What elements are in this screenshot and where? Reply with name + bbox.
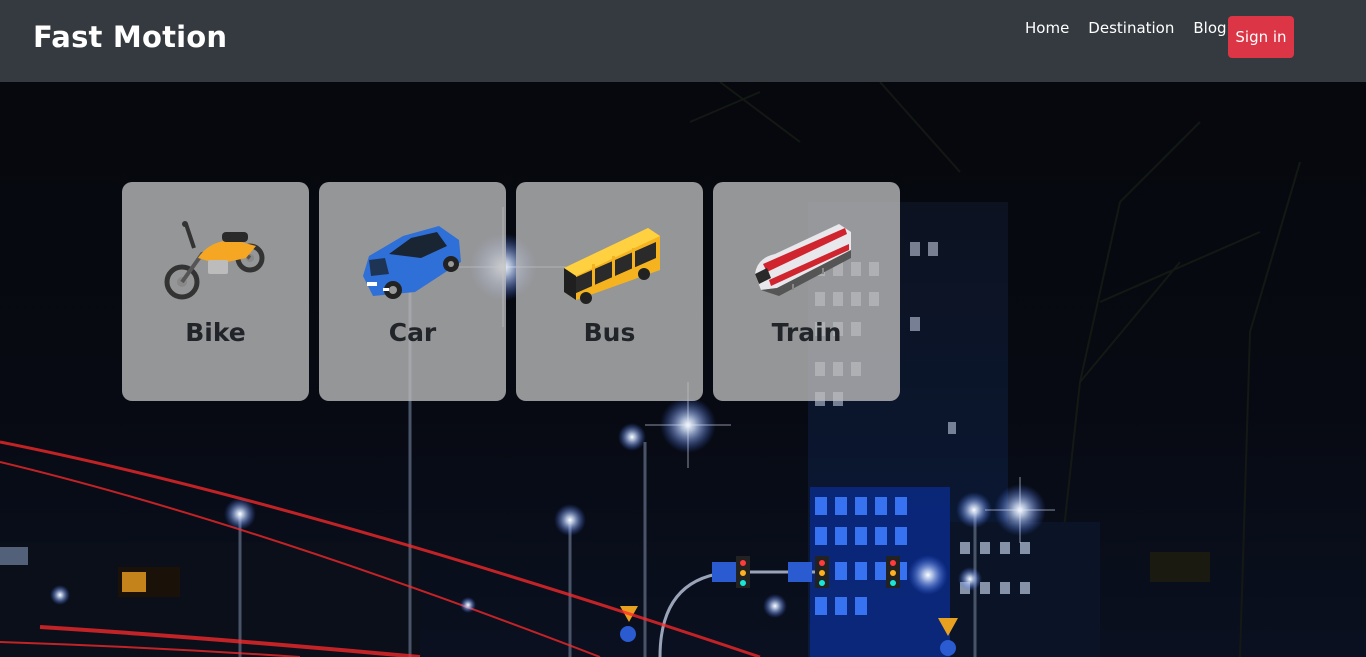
nav-link-home[interactable]: Home [1025, 19, 1069, 37]
card-bike[interactable]: Bike [122, 182, 309, 401]
nav-links: Home Destination Blog [1025, 19, 1246, 37]
car-icon [319, 218, 506, 308]
motorcycle-icon [122, 218, 309, 308]
card-train[interactable]: Train [713, 182, 900, 401]
train-icon [713, 218, 900, 308]
sign-in-button[interactable]: Sign in [1228, 16, 1294, 58]
card-label-car: Car [388, 318, 437, 347]
card-bus[interactable]: Bus [516, 182, 703, 401]
card-label-bus: Bus [583, 318, 636, 347]
card-label-train: Train [771, 318, 842, 347]
nav-link-blog[interactable]: Blog [1193, 19, 1226, 37]
card-label-bike: Bike [185, 318, 246, 347]
navbar: Fast Motion Home Destination Blog Sign i… [0, 0, 1366, 82]
bus-icon [516, 218, 703, 308]
card-car[interactable]: Car [319, 182, 506, 401]
brand-logo[interactable]: Fast Motion [33, 20, 227, 54]
nav-link-destination[interactable]: Destination [1088, 19, 1174, 37]
